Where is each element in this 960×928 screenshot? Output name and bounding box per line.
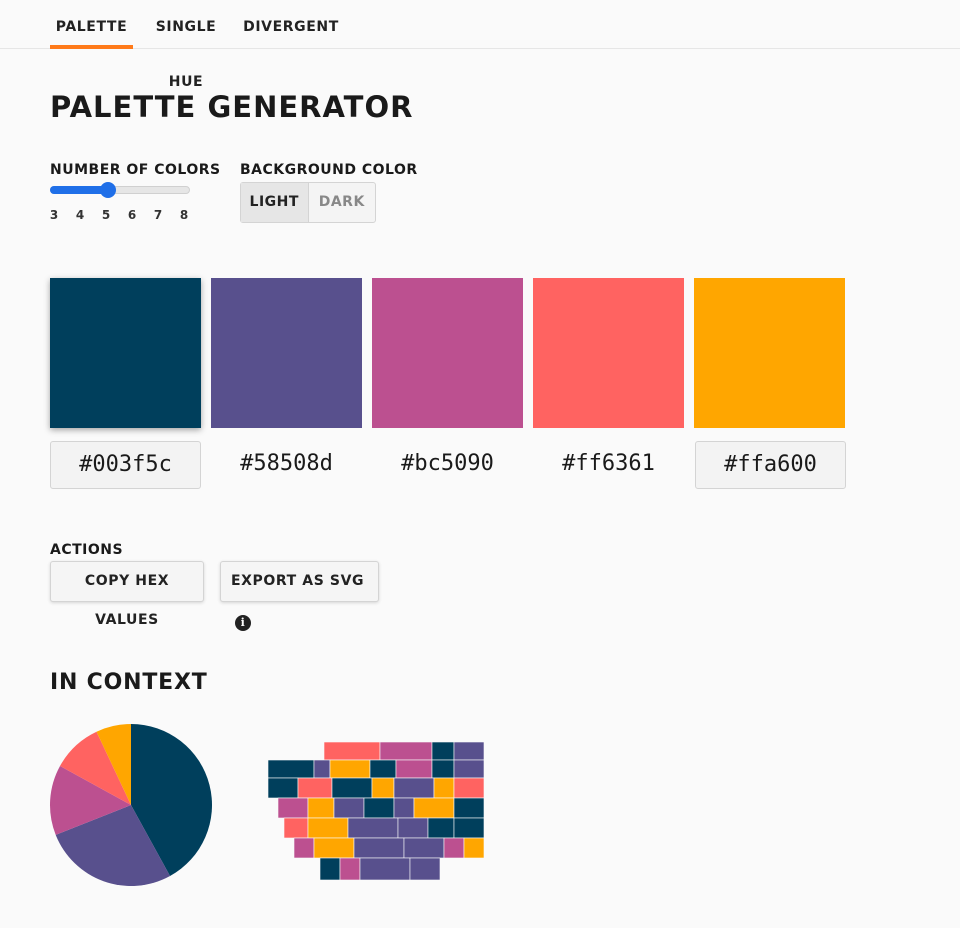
info-icon[interactable]: i <box>235 615 251 631</box>
map-county <box>453 817 485 839</box>
hex-value-field[interactable]: #58508d <box>211 441 362 489</box>
map-county <box>283 817 309 839</box>
map-county <box>323 741 381 761</box>
background-dark-option[interactable]: DARK <box>309 183 376 222</box>
map-county <box>431 741 455 761</box>
hex-value-field[interactable]: #ffa600 <box>695 441 846 489</box>
map-county <box>293 837 315 859</box>
sample-pie-chart <box>50 724 213 886</box>
map-county <box>371 777 395 799</box>
tab-single-hue[interactable]: SINGLE HUE <box>138 0 234 90</box>
background-color-toggle: LIGHT DARK <box>240 182 376 223</box>
map-county <box>403 837 445 859</box>
copy-hex-values-button[interactable]: COPY HEX VALUES <box>50 561 204 628</box>
map-county <box>277 797 309 819</box>
map-county <box>443 837 465 859</box>
map-county <box>267 777 299 799</box>
map-county <box>319 857 341 881</box>
sample-choropleth-map <box>267 741 485 881</box>
color-swatch[interactable] <box>694 278 845 428</box>
hex-value-field[interactable]: #bc5090 <box>372 441 523 489</box>
slider-tick: 4 <box>75 208 85 222</box>
color-swatch[interactable] <box>211 278 362 428</box>
tab-palette[interactable]: PALETTE <box>50 0 133 49</box>
actions-label: ACTIONS <box>50 542 124 558</box>
slider-tick: 7 <box>153 208 163 222</box>
map-county <box>331 777 373 799</box>
map-county <box>397 817 429 839</box>
number-of-colors-label: NUMBER OF COLORS <box>50 162 221 178</box>
map-county <box>453 759 485 779</box>
map-county <box>393 797 415 819</box>
export-svg-label: EXPORT AS SVG <box>231 573 365 589</box>
background-color-label: BACKGROUND COLOR <box>240 162 418 178</box>
map-county <box>463 837 485 859</box>
map-county <box>307 817 349 839</box>
map-county <box>333 797 365 819</box>
map-county <box>329 759 371 779</box>
map-county <box>353 837 405 859</box>
slider-tick: 8 <box>179 208 189 222</box>
map-county <box>363 797 395 819</box>
map-county <box>393 777 435 799</box>
tab-bar: PALETTE SINGLE HUE DIVERGENT <box>0 0 960 90</box>
map-county <box>379 741 433 761</box>
map-county <box>267 759 315 779</box>
map-county <box>413 797 455 819</box>
slider-tick: 6 <box>127 208 137 222</box>
slider-tick: 5 <box>101 208 111 222</box>
map-county <box>307 797 335 819</box>
map-county <box>359 857 411 881</box>
tab-divergent[interactable]: DIVERGENT <box>242 0 340 49</box>
slider-tick: 3 <box>49 208 59 222</box>
number-of-colors-slider-thumb[interactable] <box>100 182 116 198</box>
map-county <box>347 817 399 839</box>
map-county <box>427 817 455 839</box>
map-county <box>409 857 441 881</box>
color-swatch[interactable] <box>372 278 523 428</box>
background-light-option[interactable]: LIGHT <box>241 183 309 222</box>
hex-value-field[interactable]: #ff6361 <box>533 441 684 489</box>
map-county <box>313 837 355 859</box>
export-svg-button[interactable]: EXPORT AS SVG i <box>220 561 379 631</box>
in-context-title: IN CONTEXT <box>50 670 208 695</box>
color-swatch[interactable] <box>50 278 201 428</box>
map-county <box>339 857 361 881</box>
map-county <box>395 759 433 779</box>
map-county <box>433 777 455 799</box>
map-county <box>297 777 333 799</box>
page-title: PALETTE GENERATOR <box>50 90 414 124</box>
map-county <box>369 759 397 779</box>
map-county <box>453 777 485 799</box>
map-county <box>313 759 331 779</box>
color-swatch[interactable] <box>533 278 684 428</box>
map-county <box>453 797 485 819</box>
hex-value-field[interactable]: #003f5c <box>50 441 201 489</box>
map-county <box>453 741 485 761</box>
map-county <box>431 759 455 779</box>
